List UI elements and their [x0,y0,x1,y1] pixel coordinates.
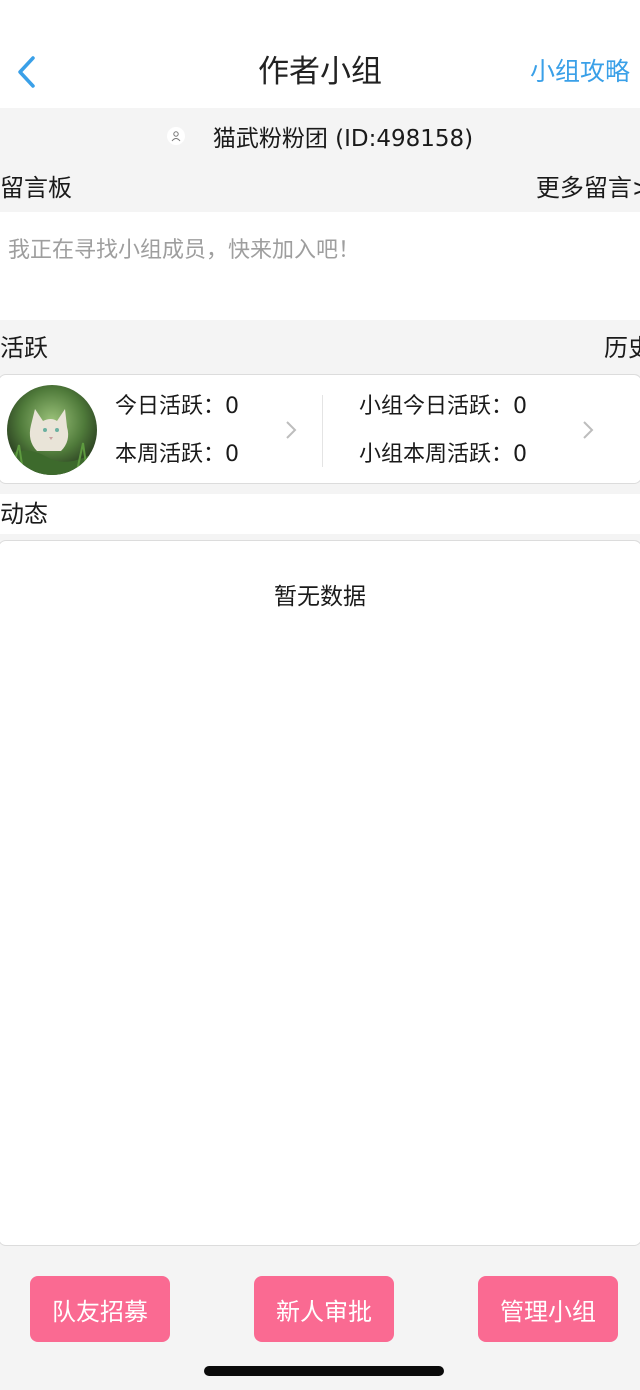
message-board-placeholder: 我正在寻找小组成员，快来加入吧！ [8,238,361,263]
manage-group-button[interactable]: 管理小组 [478,1276,618,1342]
week-activity: 本周活跃：0 [115,439,239,471]
group-info-row: 猫武粉粉团 (ID:498158) [0,112,640,160]
group-today-activity-value: 0 [513,394,528,419]
home-indicator [204,1366,444,1376]
more-messages-link[interactable]: 更多留言> [536,168,640,208]
today-activity-label: 今日活跃： [115,394,226,419]
group-badge-icon [166,127,185,145]
history-link[interactable]: 历史 [604,328,640,368]
avatar [7,385,97,475]
activity-card: 今日活跃：0 本周活跃：0 小组今日活跃：0 小组本周活跃：0 [0,374,640,484]
today-activity-value: 0 [225,394,240,419]
feed-header: 动态 [0,494,640,534]
week-activity-label: 本周活跃： [115,442,226,467]
divider [322,395,323,467]
activity-header: 活跃 历史 [0,328,640,368]
message-board[interactable]: 我正在寻找小组成员，快来加入吧！ [0,212,640,320]
top-navigation-bar: 作者小组 小组攻略 [0,0,640,108]
group-week-activity-value: 0 [513,442,528,467]
empty-state-text: 暂无数据 [274,584,366,610]
group-guide-link[interactable]: 小组攻略 [530,50,630,94]
group-week-activity-label: 小组本周活跃： [359,442,514,467]
group-today-activity-label: 小组今日活跃： [359,394,514,419]
message-board-header: 留言板 更多留言> [0,168,640,208]
feed-list: 暂无数据 [0,540,640,1246]
feed-label: 动态 [0,500,48,528]
today-activity: 今日活跃：0 [115,391,239,423]
message-board-label: 留言板 [0,174,72,202]
chevron-right-icon[interactable] [581,419,595,441]
group-today-activity: 小组今日活跃：0 [359,391,527,423]
week-activity-value: 0 [225,442,240,467]
recruit-teammates-button[interactable]: 队友招募 [30,1276,170,1342]
activity-label: 活跃 [0,334,48,362]
approve-newcomers-button[interactable]: 新人审批 [254,1276,394,1342]
group-name: 猫武粉粉团 (ID:498158) [212,126,474,152]
chevron-right-icon[interactable] [284,419,298,441]
group-week-activity: 小组本周活跃：0 [359,439,527,471]
